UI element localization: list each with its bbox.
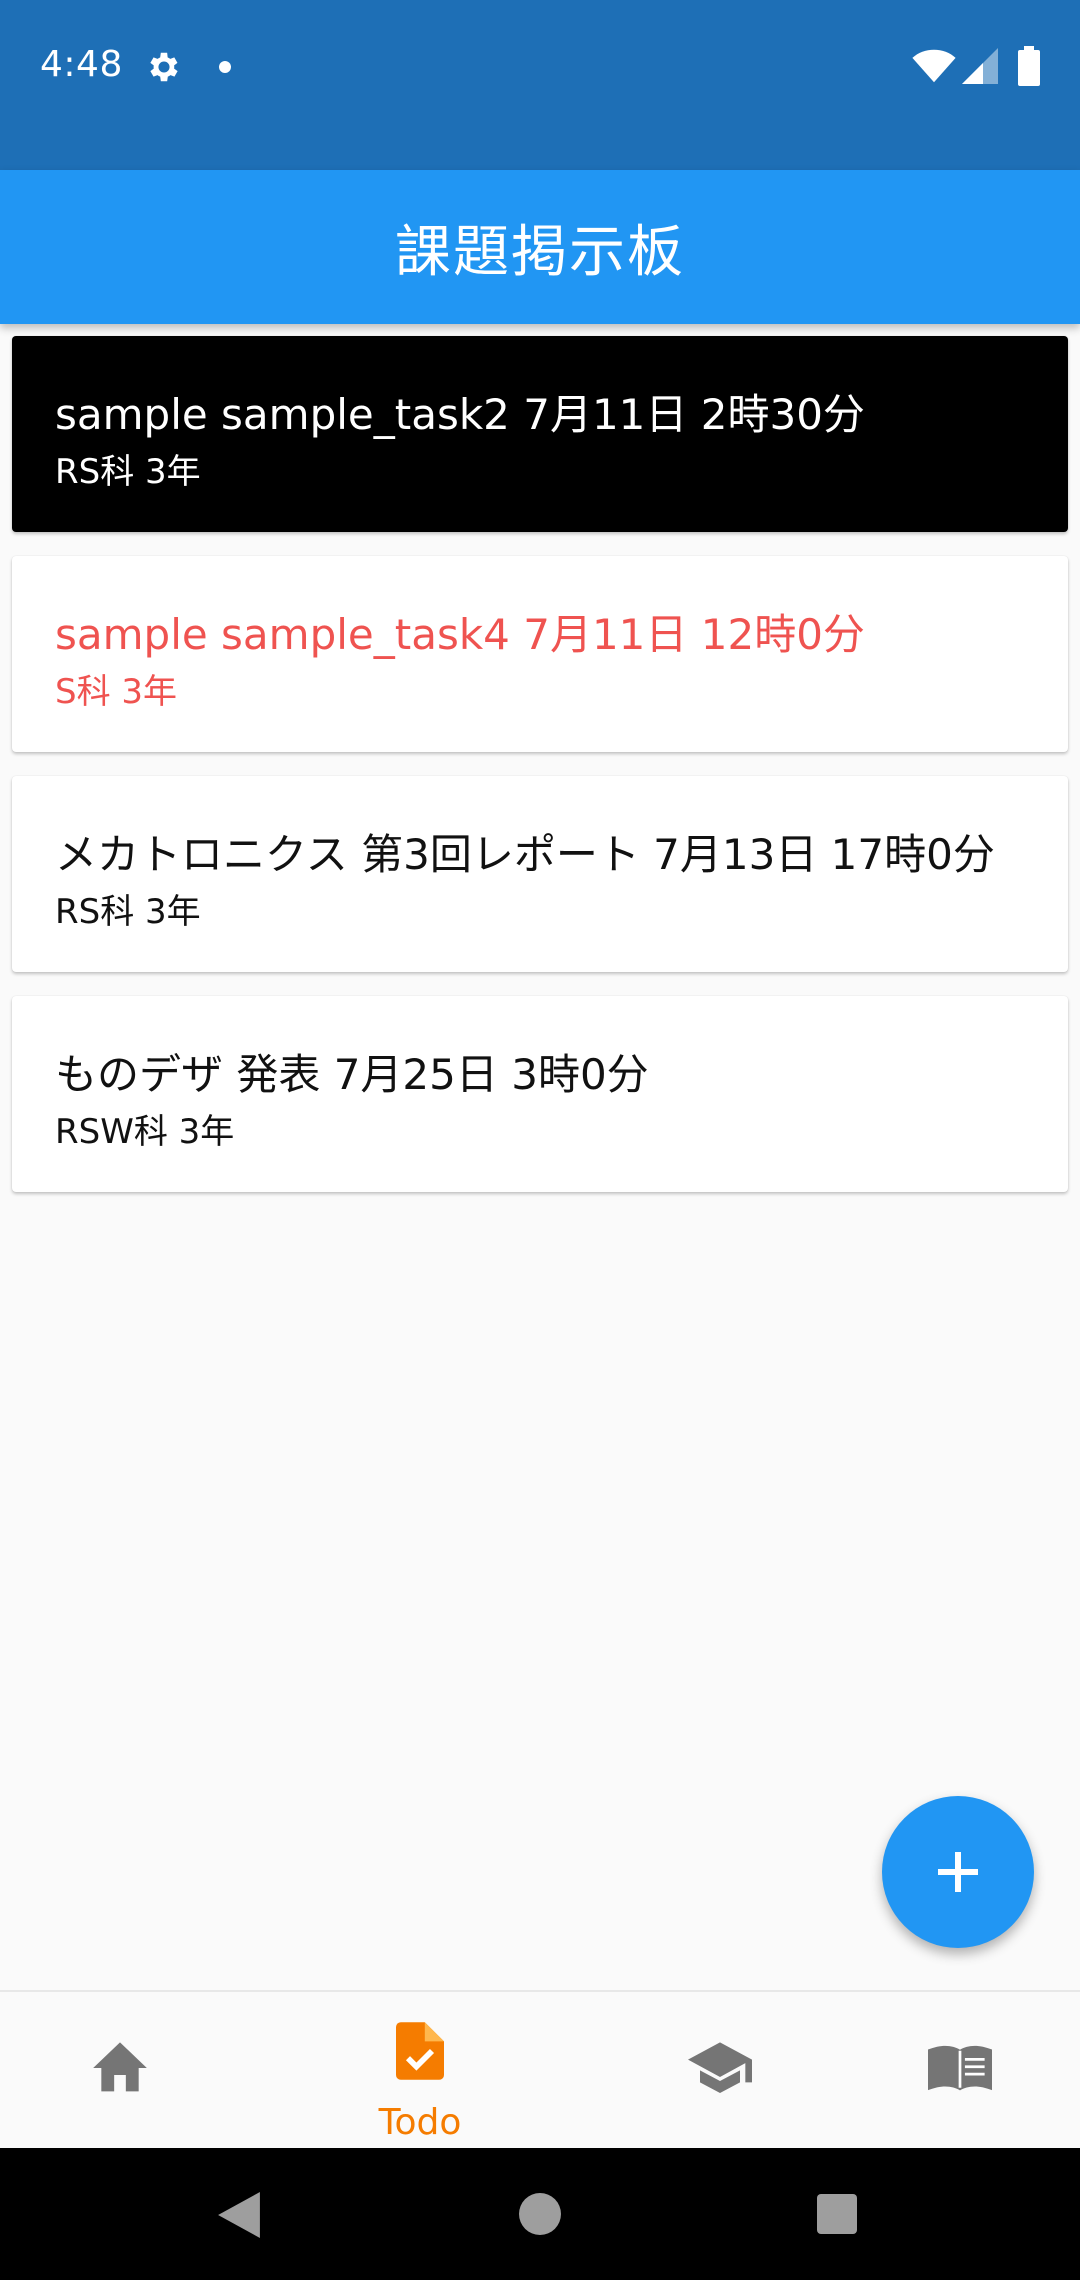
task-title: sample sample_task4 7月11日 12時0分 (55, 610, 865, 659)
task-title: ものデザ 発表 7月25日 3時0分 (55, 1050, 649, 1099)
task-card[interactable]: sample sample_task4 7月11日 12時0分 S科 3年 (12, 556, 1068, 752)
battery-icon (1018, 46, 1040, 86)
nav-item-todo[interactable]: Todo (300, 1992, 540, 2150)
plus-icon (938, 1852, 978, 1892)
task-subtitle: RS科 3年 (55, 452, 201, 492)
wifi-icon (912, 49, 956, 83)
signal-icon (962, 48, 998, 84)
task-subtitle: S科 3年 (55, 672, 178, 712)
status-time: 4:48 (40, 44, 123, 85)
task-subtitle: RS科 3年 (55, 892, 201, 932)
home-circle-icon[interactable] (519, 2193, 561, 2235)
nav-item-home[interactable] (0, 1992, 240, 2150)
task-card[interactable]: メカトロニクス 第3回レポート 7月13日 17時0分 RS科 3年 (12, 776, 1068, 972)
todo-document-icon (396, 2022, 444, 2080)
page-title: 課題掲示板 (395, 219, 685, 285)
nav-item-book[interactable] (840, 1992, 1080, 2150)
task-card[interactable]: sample sample_task2 7月11日 2時30分 RS科 3年 (12, 336, 1068, 532)
bottom-nav: Todo (0, 1990, 1080, 2148)
status-bar: 4:48 (0, 0, 1080, 170)
system-nav-bar (0, 2148, 1080, 2280)
nav-label-todo: Todo (378, 2102, 462, 2143)
gear-icon (150, 52, 178, 82)
task-subtitle: RSW科 3年 (55, 1112, 235, 1152)
book-icon (928, 2045, 992, 2091)
task-card[interactable]: ものデザ 発表 7月25日 3時0分 RSW科 3年 (12, 996, 1068, 1192)
back-icon[interactable] (218, 2192, 260, 2238)
graduation-cap-icon (688, 2042, 752, 2093)
task-title: メカトロニクス 第3回レポート 7月13日 17時0分 (55, 830, 995, 879)
add-task-button[interactable] (882, 1796, 1034, 1948)
notification-dot-icon (219, 61, 231, 73)
home-icon (93, 2042, 147, 2092)
app-bar: 課題掲示板 (0, 170, 1080, 324)
recents-icon[interactable] (817, 2194, 857, 2234)
nav-item-school[interactable] (600, 1992, 840, 2150)
task-title: sample sample_task2 7月11日 2時30分 (55, 390, 865, 439)
